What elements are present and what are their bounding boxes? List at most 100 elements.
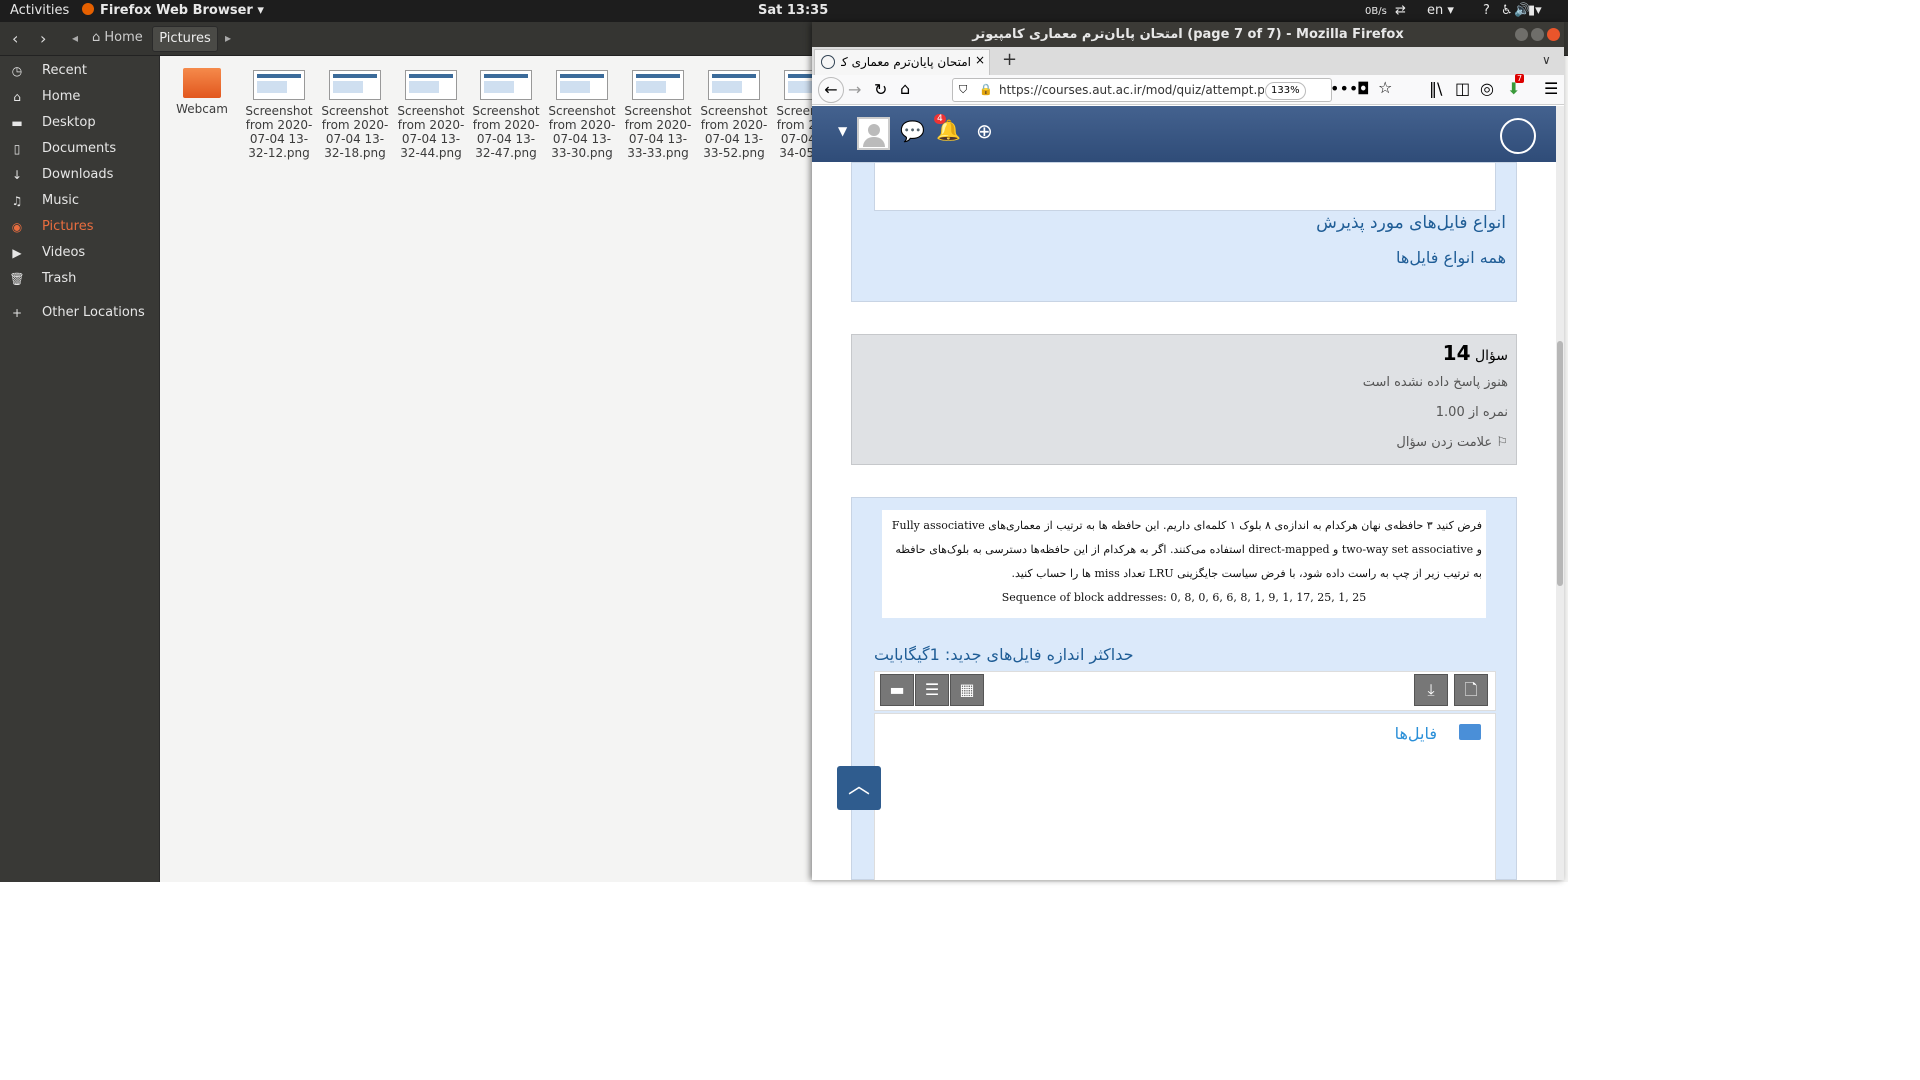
document-icon: ▯ (13, 142, 21, 156)
accessibility-icon[interactable]: ♿ (1501, 3, 1513, 18)
messages-icon[interactable]: 💬 (900, 119, 925, 143)
lock-icon[interactable]: 🔒 (979, 83, 993, 96)
university-logo[interactable] (1500, 118, 1536, 154)
file-item[interactable]: Screenshot from 2020-07-04 13-32-44.png (395, 68, 467, 160)
zoom-indicator[interactable]: 133% (1265, 82, 1306, 100)
sidebar-item-other-locations[interactable]: + Other Locations (0, 300, 160, 326)
add-file-button[interactable]: 🗋 (1454, 674, 1488, 706)
sidebar-item-downloads[interactable]: ↓ Downloads (0, 162, 160, 188)
back-icon[interactable]: ‹ (12, 29, 18, 48)
menu-icon[interactable]: ☰ (1544, 79, 1558, 98)
tab-title: امتحان پایان‌ترم معماری کامپیوتر (841, 55, 971, 69)
scrollbar-thumb[interactable] (1557, 341, 1563, 586)
sidebar-item-music[interactable]: ♫ Music (0, 188, 160, 214)
question-label: سؤال (1474, 348, 1508, 364)
files-folder-link[interactable]: فایل‌ها (1395, 724, 1437, 743)
home-button[interactable]: ⌂ (900, 79, 910, 98)
site-navbar: ▼ 💬 🔔 4 ⊕ (812, 106, 1556, 162)
notifications-icon[interactable]: 🔔 4 (934, 114, 961, 142)
account-icon[interactable]: ◎ (1480, 79, 1494, 98)
sidebar-item-home[interactable]: ⌂ Home (0, 84, 160, 110)
navigation-toolbar: ← → ↻ ⌂ ⛉ 🔒 https://courses.aut.ac.ir/mo… (812, 74, 1564, 105)
page-actions-icon[interactable]: ••• (1330, 79, 1358, 98)
breadcrumb-home[interactable]: ⌂ Home (92, 30, 143, 45)
network-icon[interactable]: ⇄ (1395, 3, 1406, 18)
view-list-button[interactable]: ☰ (915, 674, 949, 706)
sidebar-item-trash[interactable]: 🗑 Trash (0, 266, 160, 292)
filemanager-area[interactable]: فایل‌ها (874, 713, 1496, 880)
flag-question-link[interactable]: ⚐ علامت زدن سؤال (1396, 435, 1508, 450)
shield-icon[interactable]: ⛉ (959, 83, 967, 97)
home-small-icon: ⌂ (92, 30, 101, 45)
language-indicator[interactable]: en ▾ (1427, 3, 1454, 18)
back-to-top-button[interactable]: ︿ (837, 766, 881, 810)
clock[interactable]: Sat 13:35 (758, 3, 828, 18)
url-bar[interactable]: ⛉ 🔒 https://courses.aut.ac.ir/mod/quiz/a… (952, 78, 1332, 102)
tab-quiz[interactable]: امتحان پایان‌ترم معماری کامپیوتر × (814, 49, 990, 75)
download-all-button[interactable]: ⤓ (1414, 674, 1448, 706)
max-size-text: حداکثر اندازه فایل‌های جدید: 1گیگابایت (874, 645, 1134, 664)
close-icon[interactable] (1547, 28, 1560, 41)
firefox-window: امتحان پایان‌ترم معماری کامپیوتر (page 7… (812, 22, 1564, 880)
download-circle-icon[interactable]: ⊕ (976, 119, 993, 143)
view-folders-button[interactable]: ▬ (880, 674, 914, 706)
file-item[interactable]: Screenshot from 2020-07-04 13-33-33.png (622, 68, 694, 160)
video-icon: ▶ (12, 246, 22, 260)
file-item[interactable]: Screenshot from 2020-07-04 13-32-12.png (243, 68, 315, 160)
path-left-icon[interactable]: ◂ (72, 31, 78, 45)
file-item[interactable]: Screenshot from 2020-07-04 13-32-18.png (319, 68, 391, 160)
sidebar-icon[interactable]: ◫ (1455, 79, 1470, 98)
activities-button[interactable]: Activities (10, 3, 69, 18)
sidebar-item-label: Other Locations (42, 305, 145, 320)
new-tab-button[interactable]: + (1002, 49, 1017, 70)
flag-icon: ⚐ (1496, 435, 1508, 450)
library-icon[interactable]: ‖\ (1429, 79, 1442, 98)
battery-icon[interactable]: ▮▾ (1528, 3, 1542, 18)
image-thumbnail (480, 70, 532, 100)
file-item[interactable]: Screenshot from 2020-07-04 13-33-30.png (546, 68, 618, 160)
pocket-icon[interactable]: ◘ (1357, 79, 1370, 98)
breadcrumb-pictures[interactable]: Pictures (152, 26, 218, 52)
question-text: فرض کنید ۳ حافظه‌ی نهان هرکدام به اندازه… (891, 519, 1482, 580)
view-icons-button[interactable]: ▦ (950, 674, 984, 706)
tab-list-icon[interactable]: ∨ (1542, 53, 1551, 67)
forward-icon[interactable]: › (40, 29, 46, 48)
extension-download-icon[interactable]: ⬇ 7 (1507, 74, 1525, 98)
filemanager-toolbar: ▬ ☰ ▦ ⤓ 🗋 (874, 671, 1496, 711)
file-item[interactable]: Screenshot from 2020-07-04 13-33-52.png (698, 68, 770, 160)
sidebar-item-videos[interactable]: ▶ Videos (0, 240, 160, 266)
language-label: en (1427, 3, 1444, 18)
reload-button[interactable]: ↻ (874, 80, 887, 99)
maximize-icon[interactable] (1531, 28, 1544, 41)
avatar[interactable] (857, 117, 890, 150)
sidebar-item-pictures[interactable]: ◉ Pictures (0, 214, 160, 240)
minimize-icon[interactable] (1515, 28, 1528, 41)
sidebar-item-documents[interactable]: ▯ Documents (0, 136, 160, 162)
filemanager-area-previous (874, 163, 1496, 211)
app-menu-button[interactable]: Firefox Web Browser ▾ (100, 3, 264, 18)
file-item-webcam[interactable]: Webcam (166, 68, 238, 116)
path-right-icon[interactable]: ▸ (225, 31, 231, 45)
sidebar-item-label: Desktop (42, 115, 96, 130)
download-icon: ↓ (11, 168, 23, 182)
question-mark: نمره از 1.00 (1435, 405, 1508, 420)
forward-button[interactable]: → (848, 80, 861, 99)
question-content-panel: فرض کنید ۳ حافظه‌ی نهان هرکدام به اندازه… (851, 497, 1517, 880)
file-item[interactable]: Screenshot from 2020-07-04 13-32-47.png (470, 68, 542, 160)
file-name: Screenshot from 2020-07-04 13-33-33.png (624, 104, 692, 160)
tab-bar: امتحان پایان‌ترم معماری کامپیوتر × + ∨ (812, 47, 1564, 75)
notification-count: 4 (934, 114, 946, 124)
block-sequence: Sequence of block addresses: 0, 8, 0, 6,… (1001, 591, 1367, 604)
help-icon[interactable]: ? (1483, 3, 1490, 18)
page-scrollbar[interactable] (1556, 106, 1564, 880)
image-thumbnail (632, 70, 684, 100)
close-tab-icon[interactable]: × (975, 53, 985, 67)
sidebar-item-label: Videos (42, 245, 86, 260)
sidebar-item-recent[interactable]: ◷ Recent (0, 58, 160, 84)
sidebar-item-desktop[interactable]: ▬ Desktop (0, 110, 160, 136)
file-name: Webcam (176, 102, 228, 116)
user-menu-dropdown[interactable]: ▼ (838, 124, 847, 138)
back-button[interactable]: ← (818, 77, 844, 103)
flag-label: علامت زدن سؤال (1396, 435, 1493, 450)
bookmark-star-icon[interactable]: ☆ (1378, 78, 1392, 97)
